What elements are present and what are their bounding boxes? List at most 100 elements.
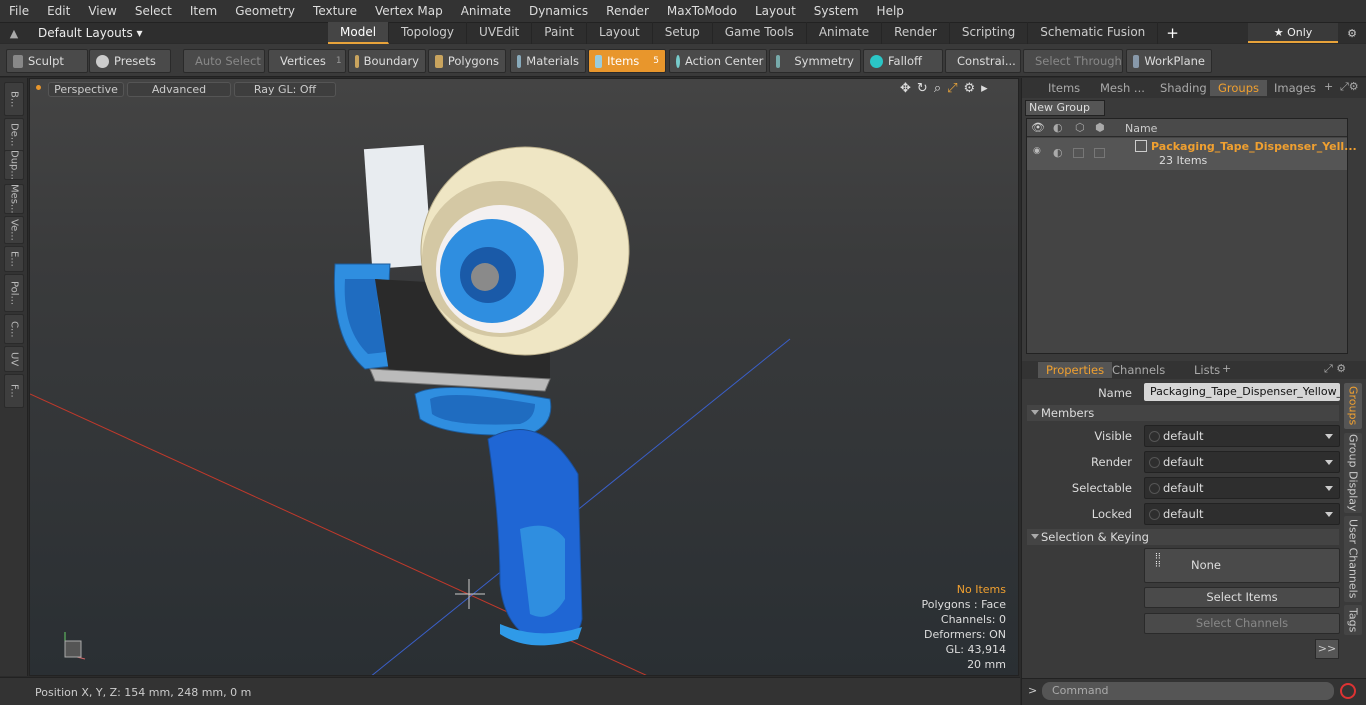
no-items-label: No Items: [956, 583, 1006, 596]
tab-model[interactable]: Model: [328, 22, 390, 44]
panel-tab-shading[interactable]: Shading: [1152, 80, 1215, 96]
more-button[interactable]: >>: [1315, 639, 1339, 659]
select-channels-button[interactable]: Select Channels: [1144, 613, 1340, 634]
tab-paint[interactable]: Paint: [532, 22, 587, 44]
locked-dropdown[interactable]: default: [1144, 503, 1340, 525]
left-tab-1[interactable]: De...: [4, 118, 24, 152]
select-items-button[interactable]: Select Items: [1144, 587, 1340, 608]
tab-setup[interactable]: Setup: [653, 22, 713, 44]
add-prop-tab-icon[interactable]: +: [1222, 362, 1231, 375]
side-tab-tags[interactable]: Tags: [1344, 605, 1362, 635]
record-icon[interactable]: [1340, 683, 1356, 699]
3d-viewport[interactable]: Perspective Advanced Ray GL: Off ✥ ↻ ⌕ ⤢…: [29, 78, 1019, 676]
panel-tab-mesh[interactable]: Mesh ...: [1092, 80, 1153, 96]
menu-animate[interactable]: Animate: [452, 0, 520, 22]
left-tab-0[interactable]: B...: [4, 82, 24, 116]
members-section[interactable]: Members: [1027, 405, 1339, 421]
falloff-button[interactable]: Falloff: [863, 49, 943, 73]
tab-uvedit[interactable]: UVEdit: [467, 22, 533, 44]
tab-render[interactable]: Render: [882, 22, 950, 44]
add-tab-button[interactable]: +: [1158, 24, 1187, 42]
workplane-button[interactable]: WorkPlane: [1126, 49, 1212, 73]
left-tab-8[interactable]: UV: [4, 346, 24, 372]
side-tab-group-display[interactable]: Group Display: [1344, 433, 1362, 513]
vertices-button[interactable]: Vertices 1: [268, 49, 346, 73]
render-dropdown[interactable]: default: [1144, 451, 1340, 473]
menu-layout[interactable]: Layout: [746, 0, 805, 22]
panel-options-icon[interactable]: ⤢⚙: [1340, 80, 1359, 94]
side-tab-groups[interactable]: Groups: [1344, 383, 1362, 429]
group-row[interactable]: ◉ ◐ Packaging_Tape_Dispenser_Yell... 23 …: [1027, 138, 1357, 170]
gear-icon[interactable]: ⚙: [1338, 27, 1366, 40]
left-tab-5[interactable]: E...: [4, 246, 24, 272]
list-header: 👁 ◐ ⬡ ⬢ Name: [1027, 119, 1347, 137]
group-name[interactable]: Packaging_Tape_Dispenser_Yell...: [1151, 140, 1357, 153]
action-center-button[interactable]: Action Center: [669, 49, 767, 73]
presets-button[interactable]: Presets: [89, 49, 171, 73]
name-column-header[interactable]: Name: [1125, 122, 1157, 135]
tab-topology[interactable]: Topology: [389, 22, 468, 44]
polygons-button[interactable]: Polygons: [428, 49, 506, 73]
prop-tab-channels[interactable]: Channels: [1104, 362, 1173, 378]
menu-dynamics[interactable]: Dynamics: [520, 0, 597, 22]
left-tab-6[interactable]: Pol...: [4, 274, 24, 312]
side-tab-user-channels[interactable]: User Channels: [1344, 516, 1362, 602]
menu-geometry[interactable]: Geometry: [226, 0, 304, 22]
prop-tab-properties[interactable]: Properties: [1038, 362, 1113, 378]
keying-dots-icon: ⁝⁝ ⁝⁝: [1155, 552, 1161, 570]
tab-scripting[interactable]: Scripting: [950, 22, 1029, 44]
sculpt-button[interactable]: Sculpt: [6, 49, 88, 73]
layout-selector[interactable]: Default Layouts ▾: [28, 26, 328, 40]
select-through-button[interactable]: Select Through: [1023, 49, 1123, 73]
select-toggle[interactable]: [1094, 148, 1105, 158]
menu-help[interactable]: Help: [868, 0, 913, 22]
command-input[interactable]: Command: [1042, 682, 1334, 700]
menu-select[interactable]: Select: [126, 0, 181, 22]
menu-render[interactable]: Render: [597, 0, 658, 22]
auto-select-button[interactable]: Auto Select: [183, 49, 265, 73]
menu-maxtomodo[interactable]: MaxToModo: [658, 0, 746, 22]
prop-panel-options-icon[interactable]: ⤢ ⚙: [1324, 362, 1346, 376]
left-tab-3[interactable]: Mes...: [4, 184, 24, 214]
name-field[interactable]: Packaging_Tape_Dispenser_Yellow_La: [1144, 383, 1340, 401]
tab-animate[interactable]: Animate: [807, 22, 883, 44]
menu-item[interactable]: Item: [181, 0, 226, 22]
symmetry-button[interactable]: Symmetry: [769, 49, 861, 73]
menu-edit[interactable]: Edit: [38, 0, 79, 22]
constraints-button[interactable]: Constrai...: [945, 49, 1021, 73]
selection-keying-section[interactable]: Selection & Keying: [1027, 529, 1339, 545]
tab-game-tools[interactable]: Game Tools: [713, 22, 807, 44]
menu-system[interactable]: System: [805, 0, 868, 22]
visibility-col-icon[interactable]: 👁: [1031, 121, 1045, 134]
menu-texture[interactable]: Texture: [304, 0, 366, 22]
items-button[interactable]: Items 5: [588, 49, 666, 73]
add-panel-tab-icon[interactable]: +: [1324, 80, 1333, 93]
render-toggle-icon[interactable]: ◐: [1053, 146, 1063, 159]
menu-vertex-map[interactable]: Vertex Map: [366, 0, 452, 22]
left-tab-9[interactable]: F...: [4, 374, 24, 408]
keying-none-button[interactable]: ⁝⁝ ⁝⁝ None: [1144, 548, 1340, 583]
menu-view[interactable]: View: [79, 0, 125, 22]
selectable-dropdown[interactable]: default: [1144, 477, 1340, 499]
tab-layout[interactable]: Layout: [587, 22, 653, 44]
menu-file[interactable]: File: [0, 0, 38, 22]
lock-col-icon[interactable]: ⬡: [1075, 121, 1085, 134]
boundary-button[interactable]: Boundary: [348, 49, 426, 73]
tab-schematic-fusion[interactable]: Schematic Fusion: [1028, 22, 1159, 44]
visibility-toggle-icon[interactable]: ◉: [1033, 146, 1041, 156]
render-col-icon[interactable]: ◐: [1053, 121, 1063, 134]
left-tab-4[interactable]: Ve...: [4, 216, 24, 244]
left-tab-2[interactable]: Dup...: [4, 150, 24, 180]
only-toggle[interactable]: ★ Only: [1248, 23, 1338, 43]
select-col-icon[interactable]: ⬢: [1095, 121, 1105, 134]
panel-tab-groups[interactable]: Groups: [1210, 80, 1268, 96]
materials-button[interactable]: Materials: [510, 49, 586, 73]
layout-icon[interactable]: ▲: [0, 27, 28, 40]
panel-tab-items[interactable]: Items: [1040, 80, 1088, 96]
lock-toggle[interactable]: [1073, 148, 1084, 158]
left-tab-7[interactable]: C...: [4, 314, 24, 344]
visible-dropdown[interactable]: default: [1144, 425, 1340, 447]
new-group-button[interactable]: New Group: [1025, 100, 1105, 116]
panel-tab-images[interactable]: Images: [1266, 80, 1324, 96]
presets-icon: [96, 54, 109, 68]
